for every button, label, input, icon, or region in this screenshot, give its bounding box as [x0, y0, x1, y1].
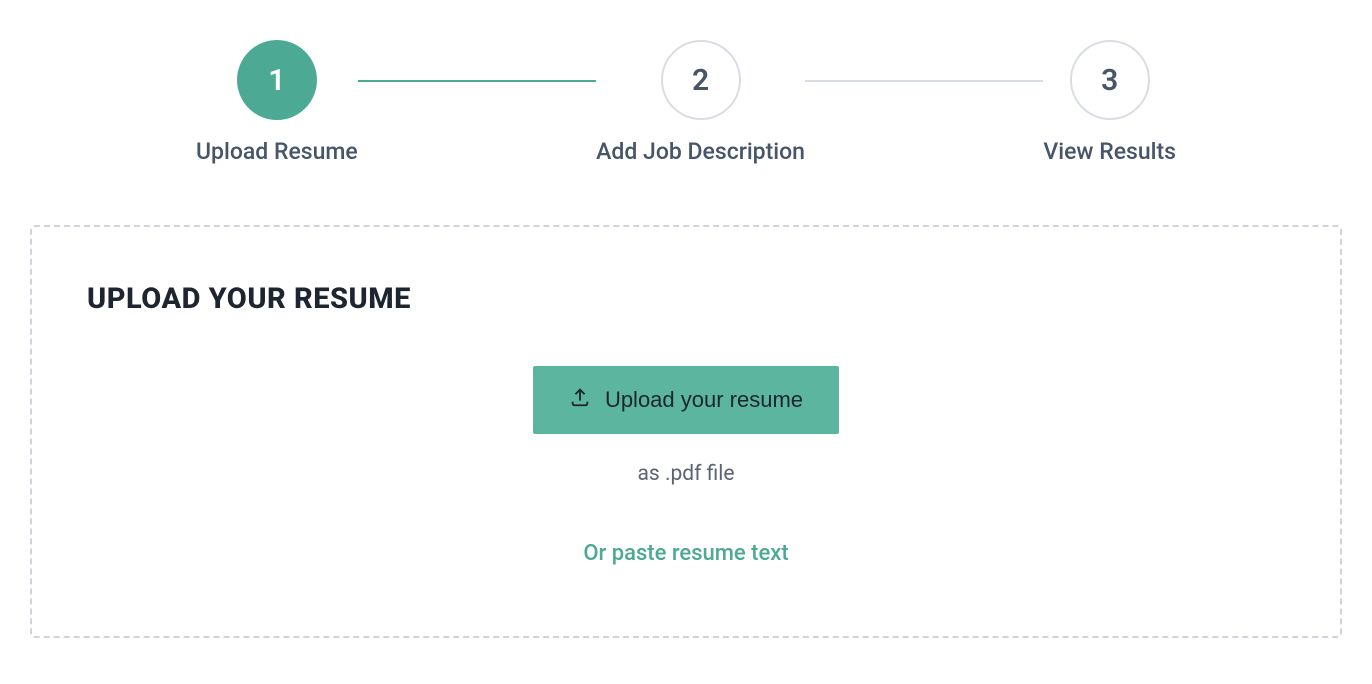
panel-title: UPLOAD YOUR RESUME — [87, 282, 1285, 316]
step-label-3: View Results — [1043, 138, 1176, 165]
upload-icon — [569, 386, 591, 414]
connector-2-3 — [805, 80, 1043, 82]
step-label-1: Upload Resume — [196, 138, 358, 165]
upload-inner: Upload your resume as .pdf file Or paste… — [87, 366, 1285, 566]
step-number-2: 2 — [661, 40, 741, 120]
upload-button-label: Upload your resume — [605, 387, 803, 413]
file-type-hint: as .pdf file — [637, 462, 734, 486]
step-add-job-description[interactable]: 2 Add Job Description — [596, 40, 805, 165]
step-number-3: 3 — [1070, 40, 1150, 120]
upload-resume-button[interactable]: Upload your resume — [533, 366, 839, 434]
step-label-2: Add Job Description — [596, 138, 805, 165]
step-number-1: 1 — [237, 40, 317, 120]
connector-1-2 — [358, 80, 596, 82]
step-view-results[interactable]: 3 View Results — [1043, 40, 1176, 165]
paste-resume-text-link[interactable]: Or paste resume text — [583, 541, 788, 566]
progress-stepper: 1 Upload Resume 2 Add Job Description 3 … — [136, 40, 1236, 165]
upload-panel: UPLOAD YOUR RESUME Upload your resume as… — [30, 225, 1342, 638]
step-upload-resume[interactable]: 1 Upload Resume — [196, 40, 358, 165]
